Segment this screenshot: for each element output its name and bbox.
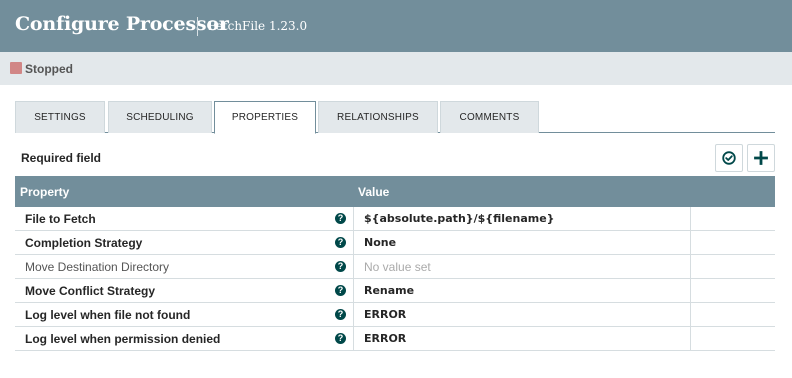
property-value[interactable]: No value set bbox=[364, 260, 431, 274]
table-row[interactable]: Log level when permission denied ? ERROR bbox=[15, 327, 775, 351]
title-divider bbox=[197, 17, 198, 36]
property-name: Log level when file not found bbox=[25, 308, 191, 322]
property-value[interactable]: Rename bbox=[364, 284, 414, 297]
plus-icon bbox=[754, 151, 768, 165]
add-property-button[interactable] bbox=[747, 144, 775, 172]
property-column-header: Property bbox=[20, 185, 70, 199]
table-row[interactable]: File to Fetch ? ${absolute.path}/${filen… bbox=[15, 207, 775, 231]
stopped-icon bbox=[10, 62, 22, 74]
table-header: Property Value bbox=[15, 176, 775, 207]
question-circle-icon[interactable]: ? bbox=[335, 261, 346, 272]
dialog-header: Configure Processor FetchFile 1.23.0 bbox=[0, 0, 792, 52]
table-row[interactable]: Log level when file not found ? ERROR bbox=[15, 303, 775, 327]
property-value[interactable]: ERROR bbox=[364, 308, 406, 321]
table-row[interactable]: Move Conflict Strategy ? Rename bbox=[15, 279, 775, 303]
processor-type: FetchFile 1.23.0 bbox=[208, 19, 308, 33]
check-circle-icon bbox=[722, 151, 736, 165]
property-name: File to Fetch bbox=[25, 212, 96, 226]
value-cell[interactable] bbox=[353, 231, 691, 254]
question-circle-icon[interactable]: ? bbox=[335, 333, 346, 344]
property-value[interactable]: None bbox=[364, 236, 396, 249]
properties-table: Property Value File to Fetch ? ${absolut… bbox=[15, 176, 775, 351]
question-circle-icon[interactable]: ? bbox=[335, 237, 346, 248]
tab-comments[interactable]: COMMENTS bbox=[440, 101, 539, 133]
tab-bar: SETTINGS SCHEDULING PROPERTIES RELATIONS… bbox=[15, 101, 775, 134]
table-row[interactable]: Completion Strategy ? None bbox=[15, 231, 775, 255]
tab-scheduling[interactable]: SCHEDULING bbox=[108, 101, 212, 133]
property-name: Completion Strategy bbox=[25, 236, 143, 250]
property-name: Move Destination Directory bbox=[25, 260, 170, 274]
question-circle-icon[interactable]: ? bbox=[335, 213, 346, 224]
value-column-header: Value bbox=[358, 185, 390, 199]
tab-settings[interactable]: SETTINGS bbox=[15, 101, 105, 133]
question-circle-icon[interactable]: ? bbox=[335, 309, 346, 320]
required-field-label: Required field bbox=[21, 151, 102, 165]
tab-relationships[interactable]: RELATIONSHIPS bbox=[318, 101, 438, 133]
property-name: Log level when permission denied bbox=[25, 332, 221, 346]
status-label: Stopped bbox=[25, 62, 73, 76]
status-bar: Stopped bbox=[0, 52, 792, 85]
property-value[interactable]: ${absolute.path}/${filename} bbox=[364, 212, 555, 225]
property-value[interactable]: ERROR bbox=[364, 332, 406, 345]
table-row[interactable]: Move Destination Directory ? No value se… bbox=[15, 255, 775, 279]
question-circle-icon[interactable]: ? bbox=[335, 285, 346, 296]
verify-properties-button[interactable] bbox=[715, 144, 743, 172]
property-name: Move Conflict Strategy bbox=[25, 284, 156, 298]
tab-properties[interactable]: PROPERTIES bbox=[214, 101, 316, 134]
